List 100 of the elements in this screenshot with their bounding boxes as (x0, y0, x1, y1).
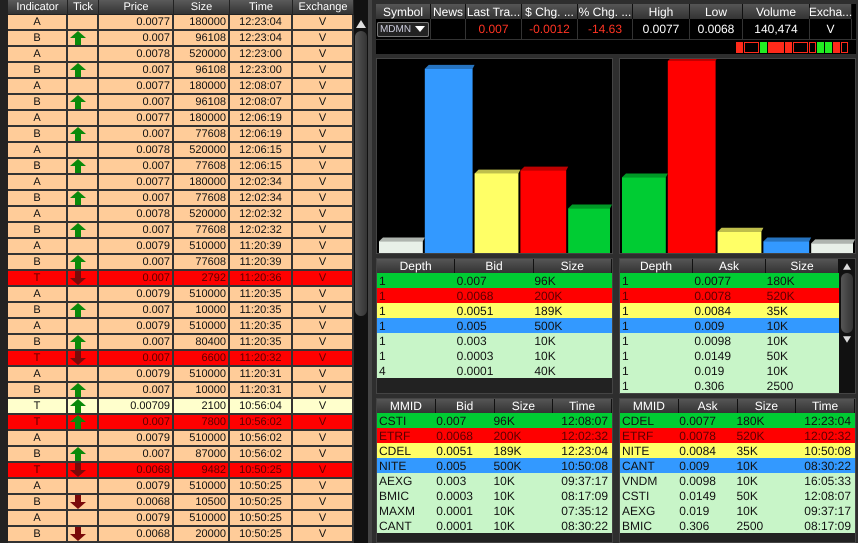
column-header[interactable]: Time (553, 399, 612, 413)
scroll-up-icon[interactable] (356, 20, 366, 28)
table-row[interactable]: NITE 0.0084 35K 10:50:08 (620, 443, 855, 458)
scroll-up-icon[interactable] (843, 263, 851, 270)
table-cell: 12:23:04 (230, 15, 293, 31)
table-row[interactable]: 1 0.0098 10K (620, 333, 839, 348)
column-header[interactable]: High (633, 4, 690, 19)
table-cell: 10:56:02 (230, 447, 293, 463)
column-header[interactable]: Indicator (8, 0, 68, 15)
column-header[interactable]: MMID (377, 399, 436, 413)
table-cell: B (8, 63, 68, 79)
table-row[interactable]: AEXG 0.003 10K 09:37:17 (377, 473, 612, 488)
table-cell: 10:50:25 (230, 495, 293, 511)
column-header[interactable]: Last Tra... (466, 4, 522, 19)
table-row[interactable]: 1 0.0149 50K (620, 348, 839, 363)
table-row[interactable]: 1 0.019 10K (620, 363, 839, 378)
table-row[interactable]: 1 0.005 500K (377, 318, 612, 333)
column-header[interactable]: Size (534, 259, 612, 273)
table-cell: B (8, 527, 68, 543)
column-header[interactable]: Depth (620, 259, 693, 273)
table-row[interactable]: 4 0.0001 40K (377, 363, 612, 378)
column-header[interactable]: Depth (377, 259, 456, 273)
table-cell: 0.0077 (99, 79, 174, 95)
table-row[interactable]: BMIC 0.0003 10K 08:17:09 (377, 488, 612, 503)
column-header[interactable]: Size (738, 399, 796, 413)
column-header[interactable]: Size (766, 259, 839, 273)
column-header[interactable]: Size (494, 399, 554, 413)
column-header[interactable]: Symbol (376, 4, 431, 19)
column-header[interactable]: Ask (693, 259, 766, 273)
column-header[interactable]: Time (796, 399, 855, 413)
table-row[interactable]: CSTI 0.0149 50K 12:08:07 (620, 488, 855, 503)
table-cell: 11:20:35 (230, 335, 293, 351)
table-row[interactable]: 1 0.0084 35K (620, 303, 839, 318)
table-row[interactable]: CANT 0.009 10K 08:30:22 (620, 458, 855, 473)
table-row[interactable]: 1 0.007 96K (377, 273, 612, 288)
table-cell: A (8, 111, 68, 127)
table-cell: V (293, 15, 354, 31)
table-cell: 510000 (174, 367, 230, 383)
table-row[interactable]: CDEL 0.0077 180K 12:23:04 (620, 413, 855, 428)
table-row[interactable]: MAXM 0.0001 10K 07:35:12 (377, 503, 612, 518)
symbol-value: MDMN (380, 24, 412, 34)
table-row[interactable]: ETRF 0.0068 200K 12:02:32 (377, 428, 612, 443)
column-header[interactable]: MMID (620, 399, 679, 413)
table-cell: 180000 (174, 15, 230, 31)
scroll-down-icon[interactable] (843, 336, 851, 343)
table-cell: V (293, 447, 354, 463)
column-header[interactable]: Bid (455, 259, 534, 273)
table-cell: 2100 (174, 399, 230, 415)
scrollbar[interactable] (354, 0, 368, 543)
table-cell: 12:23:00 (230, 63, 293, 79)
column-header[interactable]: Exchange (293, 0, 354, 15)
table-row[interactable]: 1 0.0003 10K (377, 348, 612, 363)
table-row[interactable]: 1 0.306 2500 (620, 378, 839, 393)
column-header[interactable]: Excha... (810, 4, 852, 19)
table-cell: 10:50:25 (230, 463, 293, 479)
table-cell: 20000 (174, 527, 230, 543)
table-row[interactable]: 1 0.0068 200K (377, 288, 612, 303)
table-cell: 0.0078 (99, 207, 174, 223)
column-header[interactable]: Price (99, 0, 174, 15)
column-header[interactable]: % Chg. ... (578, 4, 633, 19)
table-row[interactable]: 1 0.003 10K (377, 333, 612, 348)
column-header[interactable]: Time (230, 0, 293, 15)
column-header[interactable]: Ask (678, 399, 738, 413)
table-row[interactable]: CANT 0.0001 10K 08:30:22 (377, 518, 612, 533)
table-row[interactable]: VNDM 0.0098 10K 16:05:33 (620, 473, 855, 488)
table-row[interactable]: CSTI 0.007 96K 12:08:07 (377, 413, 612, 428)
table-row[interactable]: 1 0.0051 189K (377, 303, 612, 318)
table-cell: V (293, 303, 354, 319)
column-header[interactable]: News (431, 4, 466, 19)
symbol-dropdown[interactable]: MDMN (376, 22, 430, 36)
table-cell: V (293, 287, 354, 303)
table-cell: 0.007 (99, 31, 174, 47)
table-cell: 11:20:39 (230, 239, 293, 255)
table-cell: 180000 (174, 111, 230, 127)
table-row[interactable]: 1 0.009 10K (620, 318, 839, 333)
table-cell: 12:02:34 (230, 175, 293, 191)
column-header[interactable]: Volume (743, 4, 810, 19)
scrollbar[interactable] (839, 259, 855, 393)
column-header[interactable]: $ Chg. ... (522, 4, 578, 19)
scroll-thumb[interactable] (355, 31, 367, 316)
table-cell: 0.0077 (99, 111, 174, 127)
table-cell: V (293, 463, 354, 479)
column-header[interactable]: Tick (68, 0, 99, 15)
table-cell: 0.0078 (99, 143, 174, 159)
table-cell: 10000 (174, 303, 230, 319)
table-row[interactable]: ETRF 0.0078 520K 12:02:32 (620, 428, 855, 443)
table-cell: 12:02:32 (230, 223, 293, 239)
table-row[interactable]: AEXG 0.019 10K 09:37:17 (620, 503, 855, 518)
table-row[interactable]: 1 0.0077 180K (620, 273, 839, 288)
table-row[interactable]: BMIC 0.306 2500 08:17:09 (620, 518, 855, 533)
column-header[interactable]: Size (174, 0, 230, 15)
column-header[interactable]: Bid (436, 399, 494, 413)
table-row[interactable]: CDEL 0.0051 189K 12:23:04 (377, 443, 612, 458)
table-cell: 87000 (174, 447, 230, 463)
column-header[interactable]: Low (690, 4, 743, 19)
table-cell: 11:20:39 (230, 255, 293, 271)
table-row[interactable]: NITE 0.005 500K 10:50:08 (377, 458, 612, 473)
table-row[interactable]: 1 0.0078 520K (620, 288, 839, 303)
table-cell: A (8, 207, 68, 223)
scroll-thumb[interactable] (841, 273, 853, 333)
